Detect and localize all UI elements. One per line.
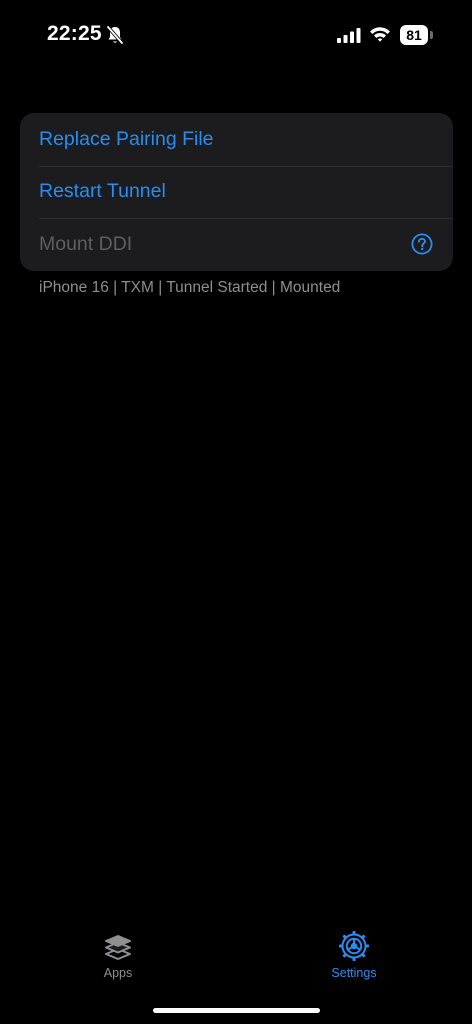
tab-apps-label: Apps <box>103 966 133 980</box>
replace-pairing-file-label: Replace Pairing File <box>39 127 214 150</box>
replace-pairing-file-button[interactable]: Replace Pairing File <box>20 113 453 166</box>
status-bar: 22:25 81 <box>0 0 472 70</box>
stack-icon <box>105 935 131 960</box>
tab-settings[interactable]: Settings <box>299 930 409 980</box>
tab-settings-label: Settings <box>331 966 377 980</box>
battery-level: 81 <box>400 25 428 45</box>
mount-ddi-button: Mount DDI <box>20 218 453 271</box>
question-circle-icon[interactable] <box>411 233 433 255</box>
cellular-signal-icon <box>337 28 361 43</box>
status-time: 22:25 <box>47 22 102 45</box>
settings-card: Replace Pairing File Restart Tunnel Moun… <box>20 113 453 271</box>
device-status-footer: iPhone 16 | TXM | Tunnel Started | Mount… <box>39 279 341 296</box>
gear-icon <box>339 931 369 961</box>
wifi-icon <box>370 27 390 42</box>
tab-apps[interactable]: Apps <box>63 930 173 980</box>
home-indicator[interactable] <box>153 1008 320 1013</box>
restart-tunnel-label: Restart Tunnel <box>39 180 166 203</box>
bell-slash-icon <box>106 25 124 45</box>
restart-tunnel-button[interactable]: Restart Tunnel <box>20 165 453 219</box>
mount-ddi-label: Mount DDI <box>39 232 133 255</box>
battery-icon: 81 <box>400 25 433 45</box>
battery-cap <box>430 31 433 39</box>
